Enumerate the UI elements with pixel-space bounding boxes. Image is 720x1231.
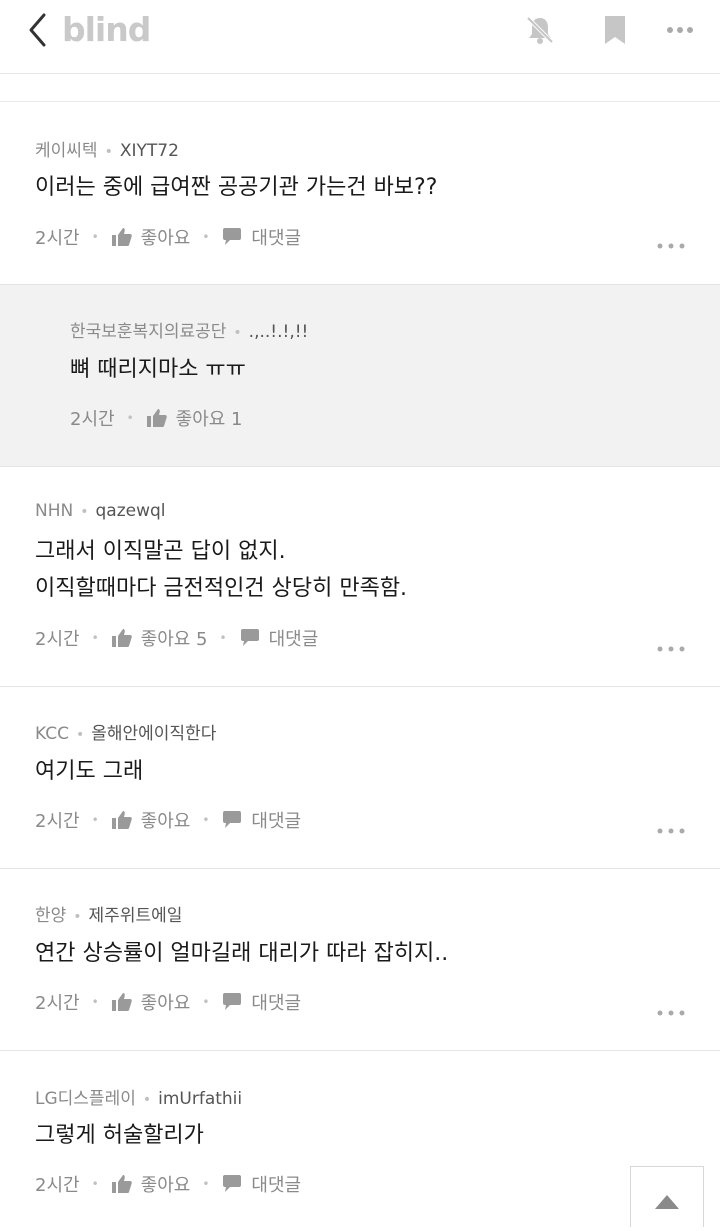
comment-more-icon[interactable]	[656, 1003, 686, 1016]
like-button[interactable]: 좋아요 1	[146, 405, 243, 431]
comment-more-icon[interactable]	[656, 821, 686, 834]
company-label: 한국보훈복지의료공단	[70, 322, 227, 342]
nickname[interactable]: imUrfathii	[158, 1089, 242, 1109]
timestamp: 2시간	[35, 811, 80, 832]
comment-item: NHN • qazewql 그래서 이직말곤 답이 없지. 이직할때마다 금전적인건…	[0, 467, 720, 686]
like-button[interactable]: 좋아요	[111, 989, 190, 1015]
comment-item: LG디스플레이 • imUrfathii 그렇게 허술할리가 2시간 • 좋아요 • …	[0, 1051, 720, 1220]
back-chevron-icon[interactable]	[22, 10, 62, 50]
comment-actions: 2시간 • 좋아요 • 대댓글	[35, 989, 301, 1015]
reply-button[interactable]: 대댓글	[221, 807, 301, 833]
comment-meta: 한양 • 제주위트에일	[35, 906, 183, 926]
comment-actions: 2시간 • 좋아요 • 대댓글	[35, 224, 301, 250]
nickname[interactable]: XIYT72	[120, 141, 179, 161]
bookmark-icon[interactable]	[597, 12, 633, 48]
comment-meta: 케이씨텍 • XIYT72	[35, 141, 179, 161]
thumbs-up-icon	[111, 1175, 132, 1193]
comment-item: 한양 • 제주위트에일 연간 상승률이 얼마길래 대리가 따라 잡히지.. 2시간 •…	[0, 869, 720, 1050]
comment-more-icon[interactable]	[656, 639, 686, 652]
bell-off-icon[interactable]	[522, 12, 558, 48]
scroll-to-top-button[interactable]	[630, 1166, 704, 1227]
thumbs-up-icon	[111, 811, 132, 829]
comment-meta: KCC • 올해안에이직한다	[35, 724, 217, 744]
timestamp: 2시간	[35, 228, 80, 249]
comment-text: 이러는 중에 급여짠 공공기관 가는건 바보??	[35, 175, 438, 200]
nickname[interactable]: qazewql	[95, 501, 165, 521]
speech-bubble-icon	[223, 228, 242, 245]
comment-more-icon[interactable]	[656, 236, 686, 249]
speech-bubble-icon	[240, 629, 259, 646]
comment-actions: 2시간 • 좋아요 • 대댓글	[35, 1171, 301, 1197]
comment-actions: 2시간 • 좋아요 1	[70, 405, 243, 431]
thumbs-up-icon	[111, 993, 132, 1011]
comment-meta: 한국보훈복지의료공단 •.,..!.!,!!	[70, 322, 309, 342]
comment-text: 그렇게 허술할리가	[35, 1123, 204, 1148]
comment-meta: NHN • qazewql	[35, 501, 166, 521]
comment-actions: 2시간 • 좋아요 5 • 대댓글	[35, 625, 318, 651]
like-button[interactable]: 좋아요 5	[111, 625, 208, 651]
nickname[interactable]: .,..!.!,!!	[249, 322, 309, 342]
nickname[interactable]: 제주위트에일	[89, 906, 183, 926]
comment-text: 뼈 때리지마소 ㅠㅠ	[70, 357, 246, 382]
blind-logo[interactable]: blind	[62, 10, 151, 49]
timestamp: 2시간	[70, 409, 115, 430]
reply-button[interactable]: 대댓글	[221, 989, 301, 1015]
reply-item: 한국보훈복지의료공단 •.,..!.!,!! 뼈 때리지마소 ㅠㅠ 2시간 • 좋아…	[0, 285, 720, 466]
triangle-up-icon	[655, 1195, 679, 1209]
thumbs-up-icon	[111, 629, 132, 647]
company-label: NHN	[35, 501, 74, 521]
speech-bubble-icon	[223, 811, 242, 828]
company-label: LG디스플레이	[35, 1089, 136, 1109]
reply-button[interactable]: 대댓글	[239, 625, 318, 651]
timestamp: 2시간	[35, 1175, 80, 1196]
reply-button[interactable]: 대댓글	[221, 1171, 301, 1197]
timestamp: 2시간	[35, 993, 80, 1014]
comment-actions: 2시간 • 좋아요 • 대댓글	[35, 807, 301, 833]
comment-text: 연간 상승률이 얼마길래 대리가 따라 잡히지..	[35, 941, 449, 966]
comment-text-line-1: 그래서 이직말곤 답이 없지.	[35, 539, 286, 564]
company-label: 케이씨텍	[35, 141, 98, 161]
more-horizontal-icon[interactable]	[663, 12, 699, 48]
company-label: KCC	[35, 724, 69, 744]
like-button[interactable]: 좋아요	[111, 224, 190, 250]
thumbs-up-icon	[111, 228, 132, 246]
comment-text: 여기도 그래	[35, 759, 144, 784]
comment-text-line-2: 이직할때마다 금전적인건 상당히 만족함.	[35, 576, 408, 601]
comment-meta: LG디스플레이 • imUrfathii	[35, 1089, 243, 1109]
comment-item: 케이씨텍 • XIYT72 이러는 중에 급여짠 공공기관 가는건 바보?? 2시간…	[0, 102, 720, 284]
company-label: 한양	[35, 906, 67, 926]
top-bar: blind	[0, 0, 720, 74]
timestamp: 2시간	[35, 629, 80, 650]
nickname[interactable]: 올해안에이직한다	[91, 724, 216, 744]
speech-bubble-icon	[223, 1175, 242, 1192]
reply-button[interactable]: 대댓글	[221, 224, 301, 250]
thumbs-up-icon	[146, 409, 167, 427]
like-button[interactable]: 좋아요	[111, 807, 190, 833]
like-button[interactable]: 좋아요	[111, 1171, 190, 1197]
speech-bubble-icon	[223, 993, 242, 1010]
comment-item: KCC • 올해안에이직한다 여기도 그래 2시간 • 좋아요 • 대댓글	[0, 687, 720, 868]
